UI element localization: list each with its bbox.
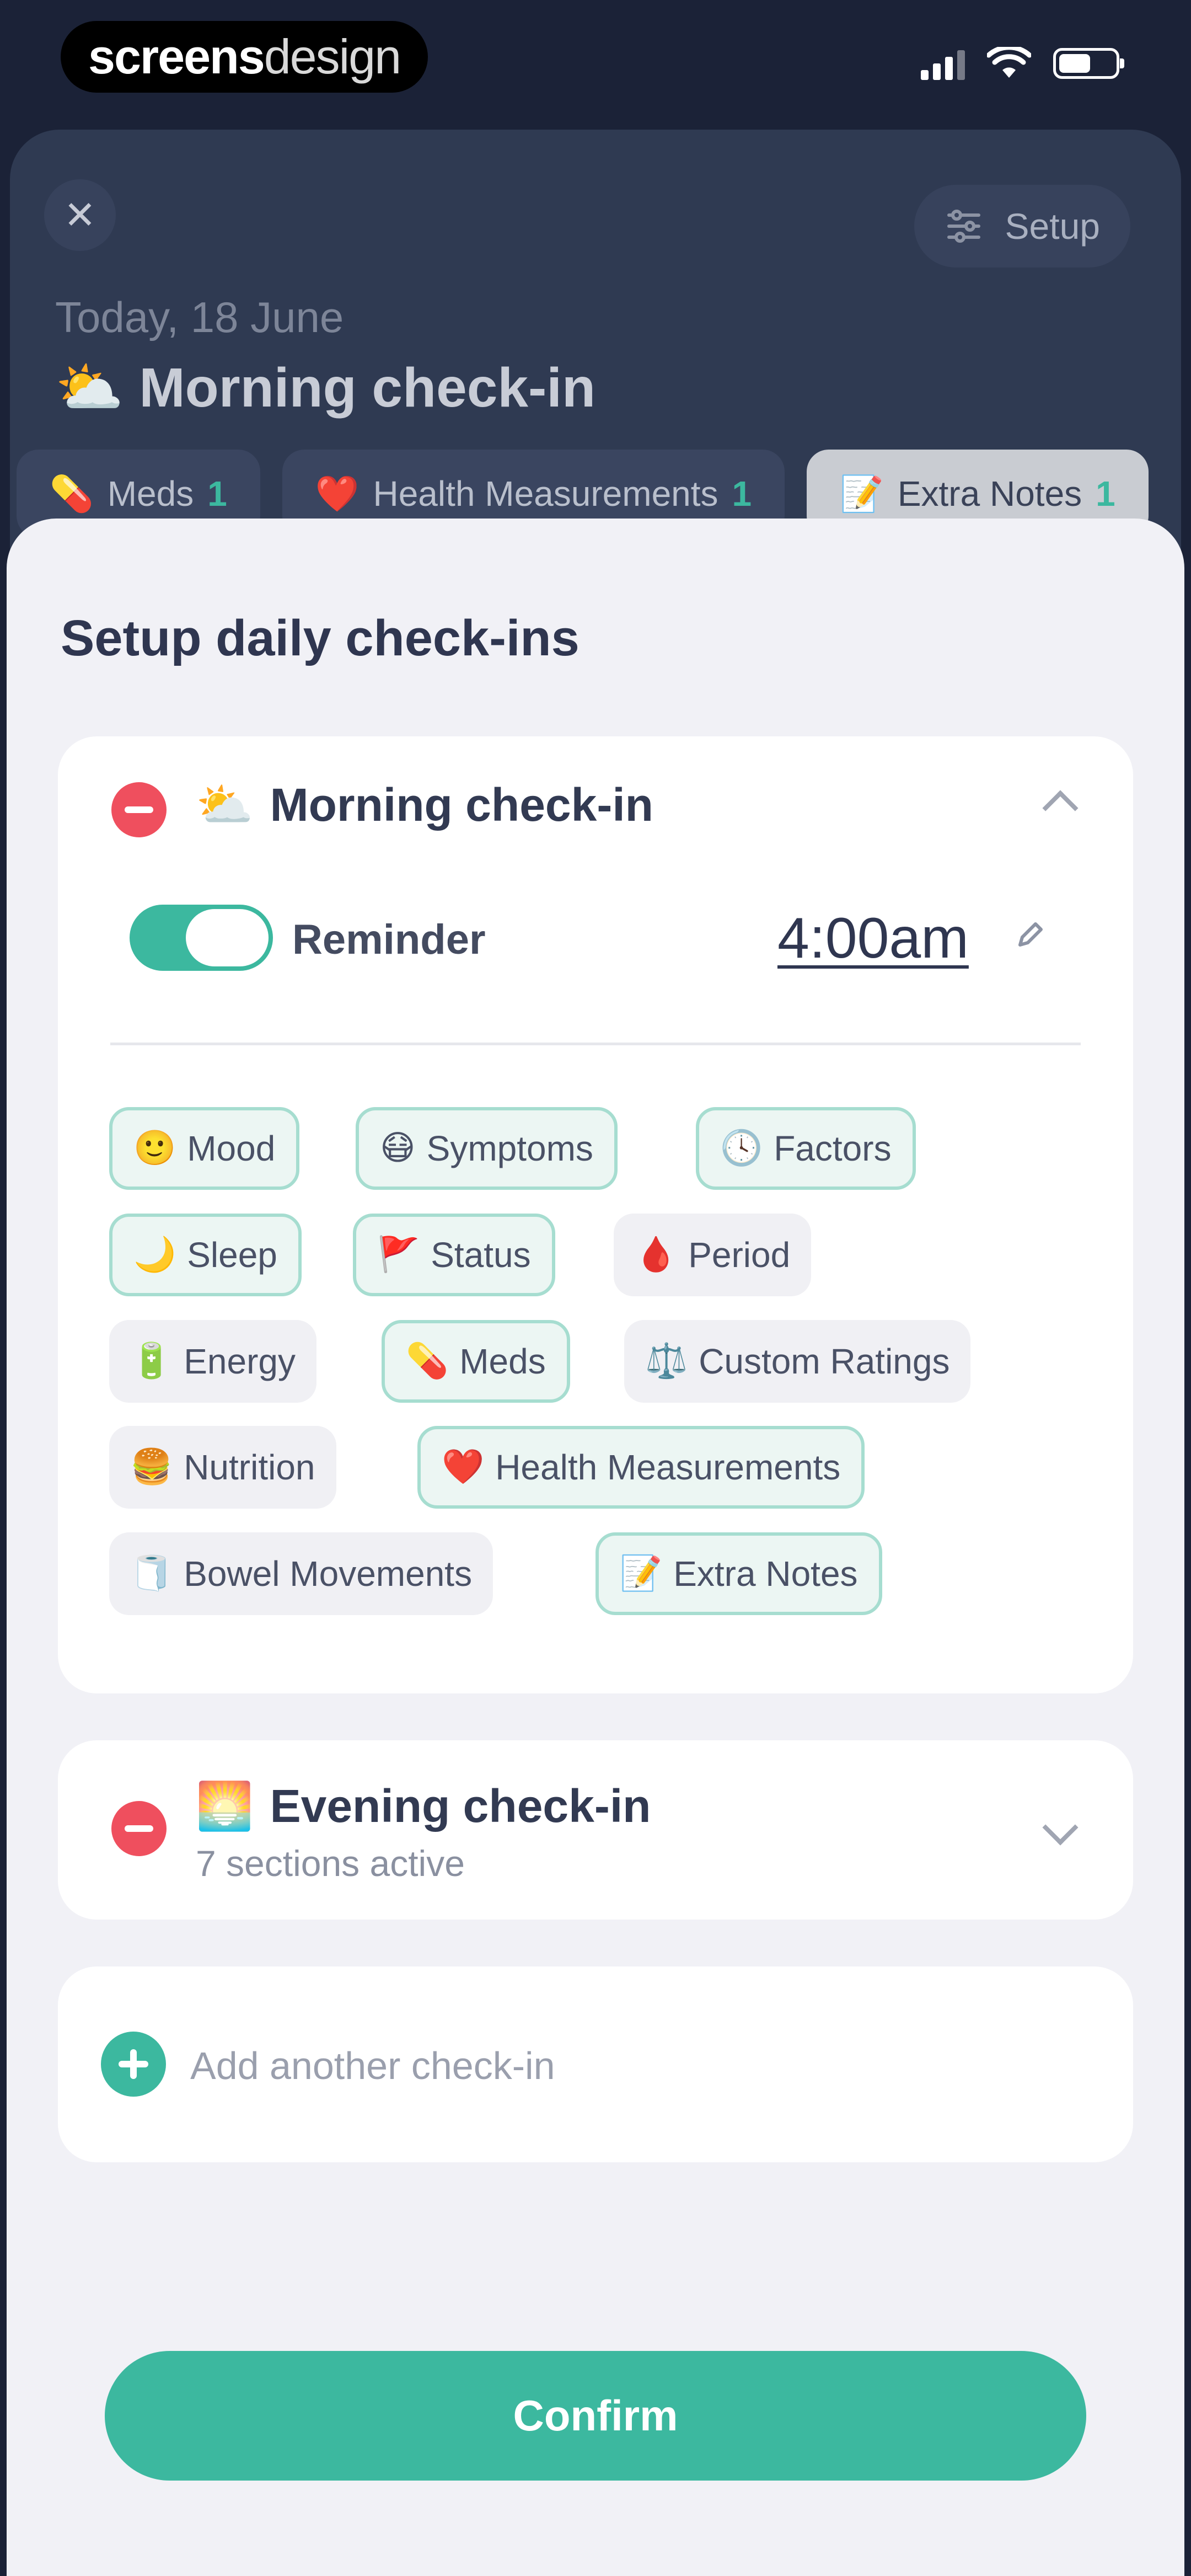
setup-button[interactable]: Setup <box>914 185 1130 268</box>
section-bowel-movements[interactable]: 🧻 Bowel Movements <box>109 1532 493 1615</box>
confirm-button[interactable]: Confirm <box>105 2351 1086 2481</box>
heart-icon: ❤️ <box>442 1448 485 1486</box>
remove-morning-button[interactable] <box>111 782 167 837</box>
heart-icon: ❤️ <box>315 473 360 514</box>
section-sleep[interactable]: 🌙 Sleep <box>109 1214 302 1296</box>
divider <box>110 1043 1081 1045</box>
morning-checkin-header[interactable]: ⛅ Morning check-in <box>196 778 653 832</box>
flag-icon: 🚩 <box>377 1236 420 1274</box>
cellular-signal-icon <box>921 47 965 80</box>
moon-icon: 🌙 <box>133 1236 176 1274</box>
wifi-icon <box>987 47 1031 78</box>
evening-checkin-header[interactable]: 🌅 Evening check-in <box>196 1779 651 1834</box>
section-mood[interactable]: 🙂 Mood <box>109 1107 300 1190</box>
status-bar: screensdesign <box>0 0 1191 116</box>
evening-sections-count: 7 sections active <box>196 1843 465 1884</box>
drop-icon: 🩸 <box>635 1236 678 1274</box>
reminder-label: Reminder <box>292 916 486 963</box>
remove-evening-button[interactable] <box>111 1801 167 1856</box>
scale-icon: ⚖️ <box>645 1342 688 1380</box>
partly-sunny-icon: ⛅ <box>55 357 124 419</box>
sliders-icon <box>947 210 980 243</box>
section-nutrition[interactable]: 🍔 Nutrition <box>109 1426 336 1509</box>
close-button[interactable]: ✕ <box>44 179 116 251</box>
section-custom-ratings[interactable]: ⚖️ Custom Ratings <box>624 1320 971 1403</box>
section-health-measurements[interactable]: ❤️ Health Measurements <box>417 1426 865 1509</box>
battery-icon: 🔋 <box>130 1342 173 1380</box>
section-symptoms[interactable]: 😷 Symptoms <box>356 1107 618 1190</box>
close-icon: ✕ <box>63 194 96 237</box>
factors-icon: 🕓 <box>720 1129 763 1167</box>
reminder-time[interactable]: 4:00am <box>777 906 969 971</box>
page-title: ⛅ Morning check-in <box>55 357 596 419</box>
date-label: Today, 18 June <box>55 293 344 341</box>
reminder-toggle[interactable] <box>130 905 273 971</box>
add-icon[interactable] <box>101 2032 166 2097</box>
pill-icon: 💊 <box>50 473 94 514</box>
sheet-title: Setup daily check-ins <box>61 610 580 666</box>
setup-label: Setup <box>1005 206 1100 247</box>
partly-sunny-icon: ⛅ <box>196 779 254 831</box>
sunset-icon: 🌅 <box>196 1780 254 1832</box>
pencil-icon[interactable] <box>1013 918 1047 952</box>
section-extra-notes[interactable]: 📝 Extra Notes <box>596 1532 882 1615</box>
notes-icon: 📝 <box>840 473 884 514</box>
battery-icon <box>1053 48 1124 79</box>
notes-icon: 📝 <box>620 1554 663 1592</box>
symptoms-icon: 😷 <box>380 1129 416 1167</box>
status-icons <box>921 44 1124 83</box>
section-energy[interactable]: 🔋 Energy <box>109 1320 316 1403</box>
section-period[interactable]: 🩸 Period <box>614 1214 812 1296</box>
section-status[interactable]: 🚩 Status <box>353 1214 555 1296</box>
toilet-paper-icon: 🧻 <box>130 1554 173 1592</box>
section-meds[interactable]: 💊 Meds <box>382 1320 570 1403</box>
burger-icon: 🍔 <box>130 1448 173 1486</box>
mood-icon: 🙂 <box>133 1129 176 1167</box>
section-factors[interactable]: 🕓 Factors <box>696 1107 916 1190</box>
add-checkin-label[interactable]: Add another check-in <box>190 2044 555 2088</box>
brand-watermark: screensdesign <box>61 21 428 93</box>
pill-icon: 💊 <box>406 1342 449 1380</box>
